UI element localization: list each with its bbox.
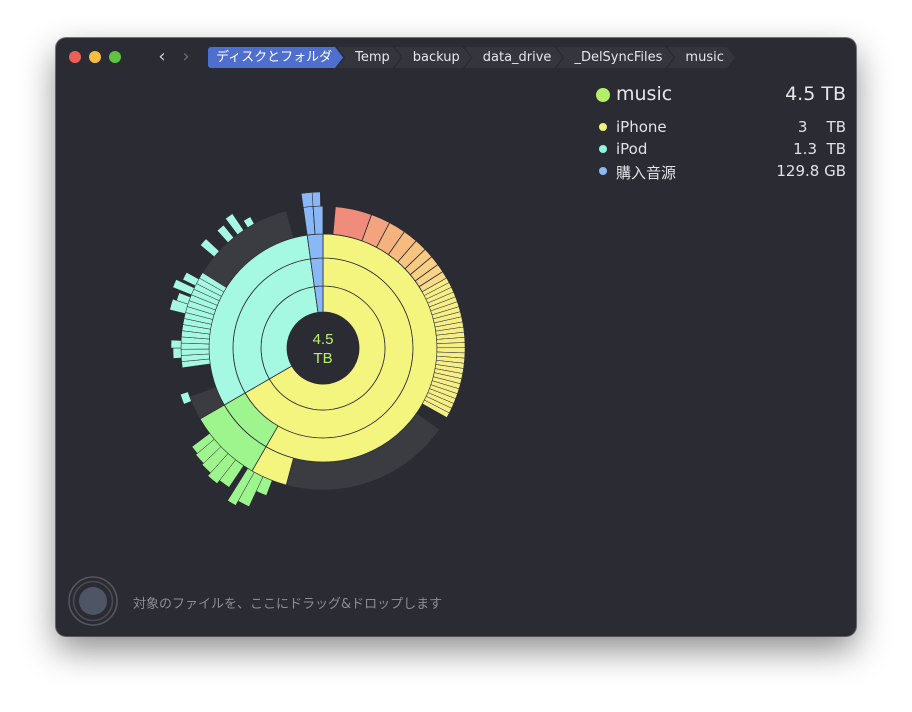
segment-subfile[interactable] [301,192,314,208]
segment-subfile[interactable] [170,339,182,349]
segment-subfile[interactable] [180,391,192,405]
legend-item-purchased[interactable]: 購入音源 129.8 GB [596,160,846,182]
legend-item-size: 129.8 GB [776,162,846,180]
breadcrumb-item-data-drive[interactable]: data_drive [465,47,563,68]
legend-item-size: 3 TB [797,118,846,136]
legend-panel: music 4.5 TB iPhone 3 TB iPod 1.3 TB 購入音… [596,82,846,182]
segment-file[interactable] [312,205,324,235]
segment-subfile[interactable] [311,191,321,207]
breadcrumb-item-music[interactable]: music [667,47,734,68]
drop-target-icon[interactable] [68,576,118,626]
breadcrumb-item-delsyncfiles[interactable]: _DelSyncFiles [556,47,673,68]
legend-item-name: iPod [616,140,648,158]
close-window-button[interactable] [69,51,81,63]
minimize-window-button[interactable] [89,51,101,63]
titlebar: ‹ › ディスクとフォルダ Temp backup data_drive _De… [56,38,856,76]
breadcrumb: ディスクとフォルダ Temp backup data_drive _DelSyn… [208,47,729,68]
legend-item-ipod[interactable]: iPod 1.3 TB [596,138,846,160]
legend-item-iphone[interactable]: iPhone 3 TB [596,116,846,138]
breadcrumb-item-backup[interactable]: backup [395,47,471,68]
segment-subfile[interactable] [200,238,220,258]
app-window: ‹ › ディスクとフォルダ Temp backup data_drive _De… [56,38,856,636]
zoom-window-button[interactable] [109,51,121,63]
segment-file[interactable] [436,342,466,349]
center-hole[interactable] [287,312,359,384]
center-size-value: 4.5 [313,331,334,348]
legend-dot-icon [599,167,607,175]
forward-chevron-icon[interactable]: › [176,46,196,68]
sunburst-chart[interactable]: 4.5 TB [56,76,596,576]
legend-title-dot-icon [596,88,610,102]
breadcrumb-item-temp[interactable]: Temp [337,47,401,68]
center-size-unit: TB [313,350,332,367]
segment-subfile[interactable] [172,347,182,359]
legend-item-size: 1.3 TB [793,140,846,158]
legend-item-name: 購入音源 [616,164,677,182]
back-chevron-icon[interactable]: ‹ [152,46,172,68]
legend-title: music [616,83,673,105]
legend-item-name: iPhone [616,118,667,136]
legend-header: music 4.5 TB [596,82,846,108]
legend-dot-icon [599,123,607,131]
segment-subfile[interactable] [216,224,234,243]
breadcrumb-item-disks[interactable]: ディスクとフォルダ [208,47,343,68]
legend-title-size: 4.5 TB [785,83,846,105]
legend-dot-icon [599,145,607,153]
drop-hint-text: 対象のファイルを、ここにドラッグ&ドロップします [133,597,443,612]
